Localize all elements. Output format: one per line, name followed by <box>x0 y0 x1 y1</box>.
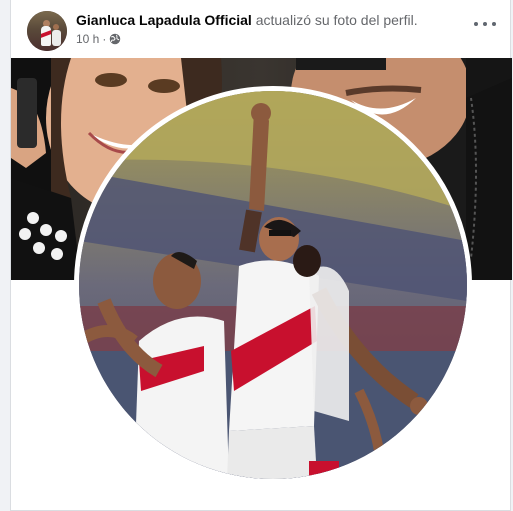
post-card: Gianluca Lapadula Official actualizó su … <box>10 0 512 511</box>
post-title-line: Gianluca Lapadula Official actualizó su … <box>76 12 418 28</box>
post-timestamp[interactable]: 10 h <box>76 32 99 46</box>
post-meta: 10 h · <box>76 32 121 46</box>
author-name[interactable]: Gianluca Lapadula Official <box>76 12 252 28</box>
globe-icon[interactable] <box>109 33 121 45</box>
author-avatar[interactable] <box>27 11 67 51</box>
post-header: Gianluca Lapadula Official actualizó su … <box>11 0 510 58</box>
more-options-icon[interactable] <box>474 18 496 30</box>
profile-photo[interactable] <box>74 86 472 484</box>
post-action-text: actualizó su foto del perfil. <box>255 12 418 28</box>
meta-separator: · <box>102 32 107 46</box>
